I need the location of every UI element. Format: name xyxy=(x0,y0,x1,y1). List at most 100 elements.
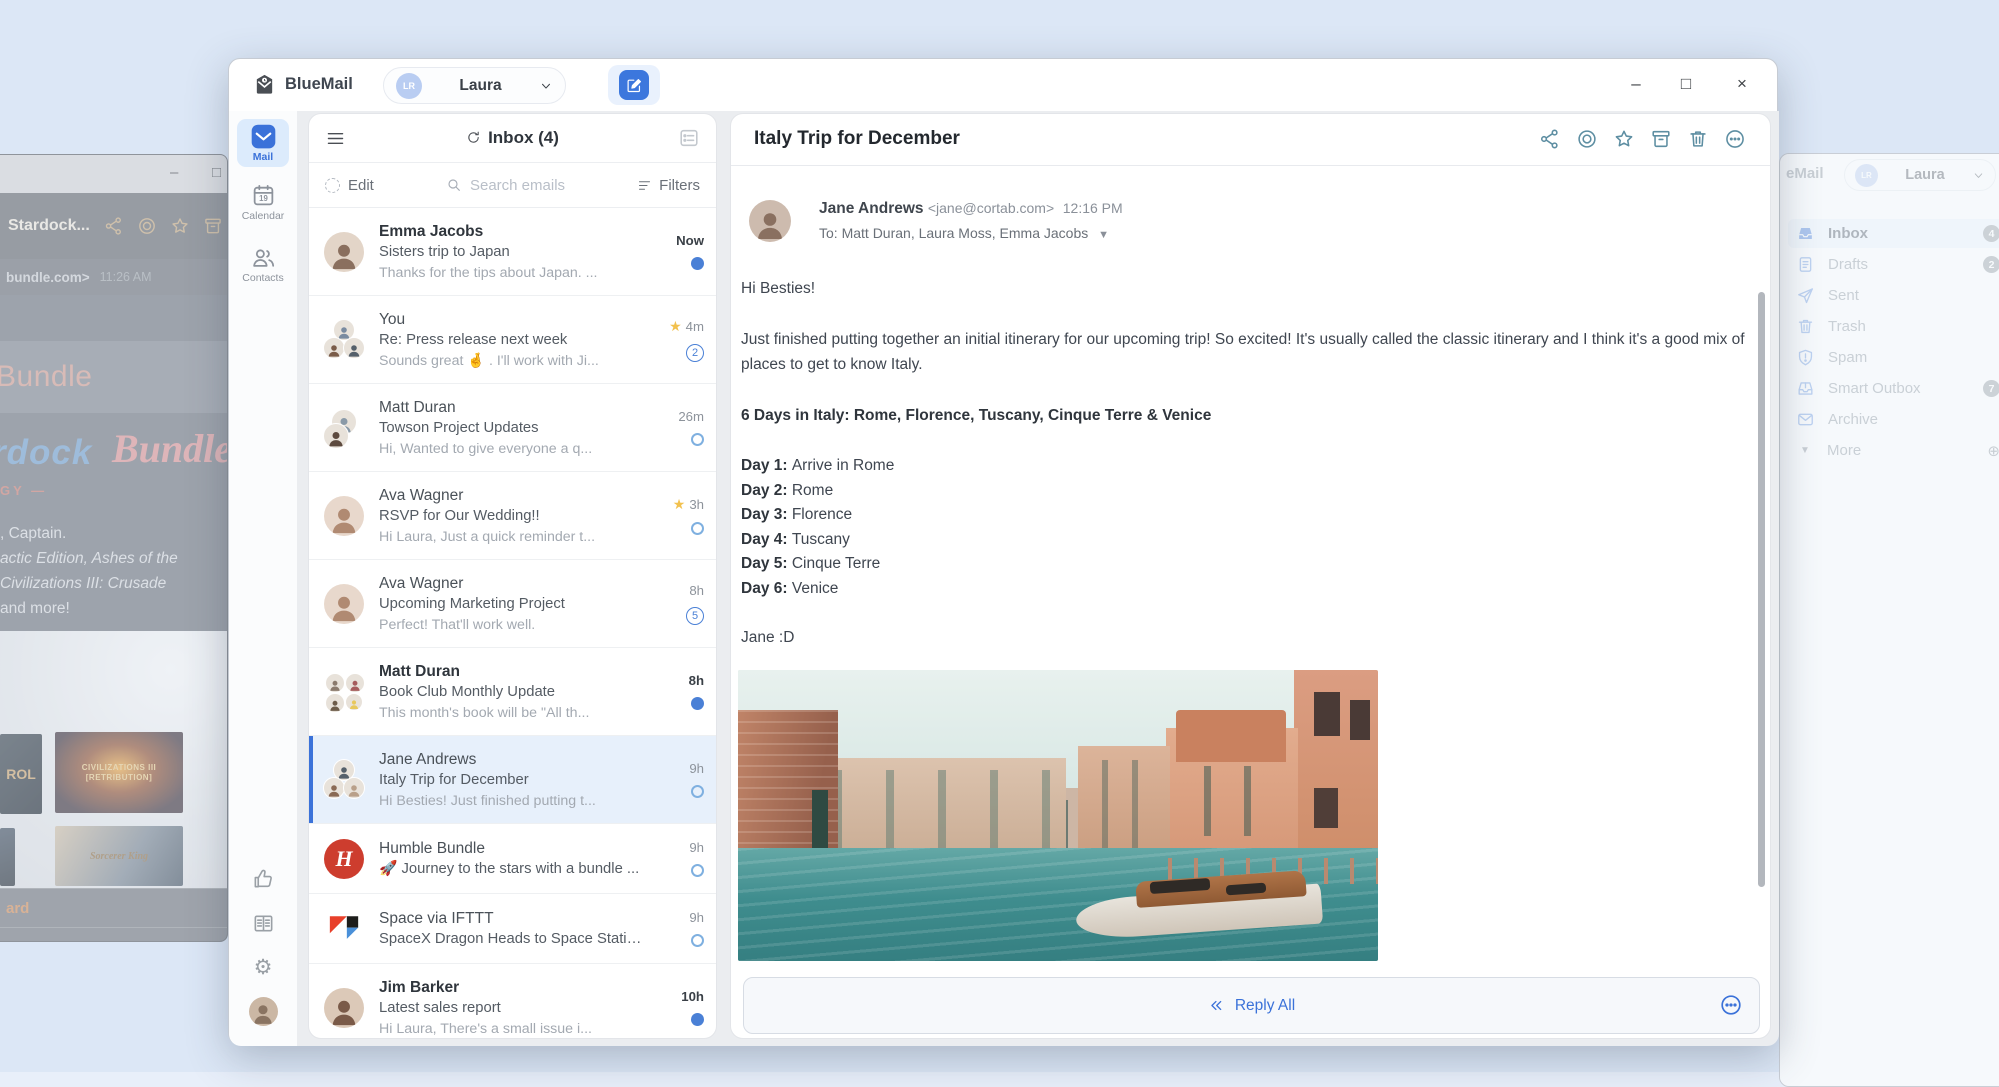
email-sender: You xyxy=(379,309,644,330)
game-cover-thumbnail[interactable] xyxy=(0,828,15,886)
email-sender: Jim Barker xyxy=(379,977,644,998)
email-list-item[interactable]: Emma JacobsSisters trip to JapanThanks f… xyxy=(309,208,716,296)
email-subject: Re: Press release next week xyxy=(379,330,644,351)
sidebar-item-contacts[interactable]: Contacts xyxy=(229,245,297,284)
search-input[interactable]: Search emails xyxy=(374,177,637,194)
star-icon[interactable] xyxy=(1613,128,1635,150)
recipients-line[interactable]: To: Matt Duran, Laura Moss, Emma Jacobs … xyxy=(819,225,1123,241)
email-preview: Thanks for the tips about Japan. ... xyxy=(379,263,644,283)
background-window-bluemail[interactable]: eMail LR Laura Inbox4Drafts2SentTrashSpa… xyxy=(1779,153,1999,1087)
email-list-item[interactable]: Jane AndrewsItaly Trip for DecemberHi Be… xyxy=(309,736,716,824)
game-cover-thumbnail[interactable]: Sorcerer King xyxy=(55,826,183,886)
email-time: 4m xyxy=(686,319,704,334)
email-sender: Matt Duran xyxy=(379,397,644,418)
folder-item-more[interactable]: ▼More⊕ xyxy=(1788,436,1999,465)
trash-icon[interactable] xyxy=(1687,128,1709,150)
email-time: 8h xyxy=(689,673,704,688)
sidebar-item-mail[interactable]: Mail xyxy=(229,119,297,167)
whats-new-button[interactable] xyxy=(229,912,297,935)
sender-avatar xyxy=(749,200,791,242)
read-circle[interactable] xyxy=(691,433,704,446)
folder-item-spam[interactable]: Spam xyxy=(1788,343,1999,372)
scrollbar[interactable] xyxy=(1758,292,1765,887)
account-selector[interactable]: LR Laura xyxy=(383,67,566,104)
folder-item-drafts[interactable]: Drafts2 xyxy=(1788,250,1999,279)
share-icon[interactable] xyxy=(1539,128,1561,150)
email-time: Now xyxy=(676,233,704,248)
folder-item-smart-outbox[interactable]: Smart Outbox7 xyxy=(1788,374,1999,403)
like-button[interactable] xyxy=(229,867,297,890)
right-brand-text: eMail xyxy=(1786,165,1824,182)
folder-label: Inbox xyxy=(1828,225,1868,242)
background-window-stardock[interactable]: – □ Stardock... bundle.com> 11:26 AM Bun… xyxy=(0,154,228,942)
minimize-button[interactable]: – xyxy=(1623,71,1649,97)
desktop: – □ Stardock... bundle.com> 11:26 AM Bun… xyxy=(0,0,1999,1087)
email-list-item[interactable]: Space via IFTTTSpaceX Dragon Heads to Sp… xyxy=(309,894,716,964)
left-footer-link[interactable]: ard xyxy=(6,900,29,917)
thread-count-badge[interactable]: 5 xyxy=(686,607,704,625)
compose-button[interactable] xyxy=(608,65,660,105)
email-list-item[interactable]: Ava WagnerRSVP for Our Wedding!!Hi Laura… xyxy=(309,472,716,560)
email-sender: Humble Bundle xyxy=(379,838,644,859)
folder-item-trash[interactable]: Trash xyxy=(1788,312,1999,341)
sidebar-item-label: Calendar xyxy=(242,210,285,222)
thread-count-badge[interactable]: 2 xyxy=(686,344,704,362)
filters-button[interactable]: Filters xyxy=(637,177,700,194)
reading-header: Italy Trip for December xyxy=(731,114,1770,166)
unread-dot[interactable] xyxy=(691,697,704,710)
folder-item-archive[interactable]: Archive xyxy=(1788,405,1999,434)
archive-icon[interactable] xyxy=(1650,128,1672,150)
share-icon[interactable] xyxy=(104,216,124,236)
reply-all-button[interactable]: Reply All xyxy=(743,977,1760,1034)
focus-circle-icon[interactable] xyxy=(1576,128,1598,150)
refresh-icon[interactable] xyxy=(466,130,481,145)
avatar xyxy=(323,908,365,950)
edit-button[interactable]: Edit xyxy=(325,177,374,194)
game-cover-thumbnail[interactable]: CIVILIZATIONS III [RETRIBUTION] xyxy=(55,732,183,813)
search-placeholder: Search emails xyxy=(470,177,565,194)
chevron-down-icon xyxy=(539,79,553,93)
email-subject: SpaceX Dragon Heads to Space Statio... xyxy=(379,929,644,950)
read-circle[interactable] xyxy=(691,934,704,947)
profile-avatar[interactable] xyxy=(229,997,297,1026)
minimize-icon[interactable]: – xyxy=(170,164,178,181)
email-subject: Sisters trip to Japan xyxy=(379,242,644,263)
folder-item-sent[interactable]: Sent xyxy=(1788,281,1999,310)
email-preview: Hi, Wanted to give everyone a q... xyxy=(379,439,644,459)
unread-count-badge: 7 xyxy=(1983,380,1999,397)
unread-dot[interactable] xyxy=(691,257,704,270)
maximize-button[interactable]: □ xyxy=(1673,71,1699,97)
email-list-item[interactable]: Matt DuranTowson Project UpdatesHi, Want… xyxy=(309,384,716,472)
email-list-item[interactable]: Ava WagnerUpcoming Marketing ProjectPerf… xyxy=(309,560,716,648)
game-cover-thumbnail[interactable]: ROL xyxy=(0,734,42,814)
email-list-item[interactable]: Jim BarkerLatest sales reportHi Laura, T… xyxy=(309,964,716,1039)
archive-envelope-icon xyxy=(1796,410,1815,429)
sender-block: Jane Andrews <jane@cortab.com> 12:16 PM … xyxy=(749,200,1123,242)
email-subject: Italy Trip for December xyxy=(379,770,644,791)
email-sender: Matt Duran xyxy=(379,661,644,682)
settings-button[interactable]: ⚙ xyxy=(229,955,297,979)
email-subject: Towson Project Updates xyxy=(379,418,644,439)
email-list-item[interactable]: Matt DuranBook Club Monthly UpdateThis m… xyxy=(309,648,716,736)
email-list-item[interactable]: YouRe: Press release next weekSounds gre… xyxy=(309,296,716,384)
add-folder-icon[interactable]: ⊕ xyxy=(1987,442,1999,460)
unread-dot[interactable] xyxy=(691,1013,704,1026)
folder-item-inbox[interactable]: Inbox4 xyxy=(1788,219,1999,248)
more-icon[interactable] xyxy=(1724,128,1746,150)
starred-icon[interactable]: ★ xyxy=(673,496,686,513)
archive-icon[interactable] xyxy=(203,216,223,236)
read-circle[interactable] xyxy=(691,522,704,535)
star-icon[interactable] xyxy=(170,216,190,236)
news-icon xyxy=(252,912,275,935)
close-button[interactable]: × xyxy=(1729,71,1755,97)
read-circle[interactable] xyxy=(691,864,704,877)
focus-circle-icon[interactable] xyxy=(137,216,157,236)
email-list-item[interactable]: HHumble Bundle🚀 Journey to the stars wit… xyxy=(309,824,716,894)
read-circle[interactable] xyxy=(691,785,704,798)
email-preview: Hi Laura, There's a small issue i... xyxy=(379,1019,644,1039)
maximize-icon[interactable]: □ xyxy=(212,164,221,181)
right-account-selector[interactable]: LR Laura xyxy=(1844,159,1996,191)
starred-icon[interactable]: ★ xyxy=(669,318,682,335)
more-reply-options-icon[interactable] xyxy=(1719,993,1743,1017)
sidebar-item-calendar[interactable]: 19 Calendar xyxy=(229,183,297,222)
